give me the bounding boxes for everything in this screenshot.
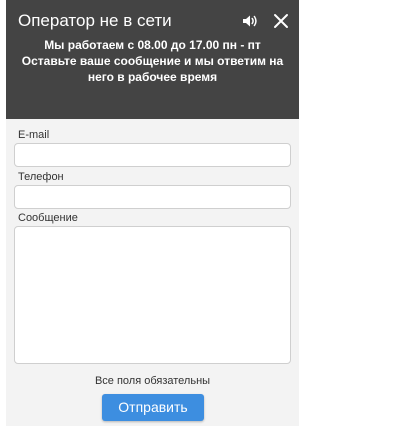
working-hours-notice: Мы работаем с 08.00 до 17.00 пн - пт Ост… — [12, 37, 293, 85]
subtitle-line: него в рабочее время — [87, 70, 218, 84]
send-button[interactable]: Отправить — [102, 394, 204, 421]
chat-widget: Оператор не в сети Мы работаем с 08.00 д… — [6, 0, 299, 426]
message-label: Сообщение — [18, 212, 78, 224]
phone-field[interactable] — [14, 185, 291, 209]
subtitle-line: Оставьте ваше сообщение и мы ответим на — [21, 54, 284, 68]
phone-label: Телефон — [18, 171, 64, 183]
subtitle-line: Мы работаем с 08.00 до 17.00 пн - пт — [44, 38, 261, 52]
message-field[interactable] — [14, 226, 291, 364]
header-title: Оператор не в сети — [18, 11, 172, 30]
close-icon[interactable] — [271, 11, 291, 31]
email-field[interactable] — [14, 143, 291, 167]
email-label: E-mail — [18, 129, 50, 141]
required-fields-note: Все поля обязательны — [94, 375, 211, 387]
chat-header: Оператор не в сети Мы работаем с 08.00 д… — [6, 0, 299, 119]
speaker-icon[interactable] — [240, 11, 260, 31]
